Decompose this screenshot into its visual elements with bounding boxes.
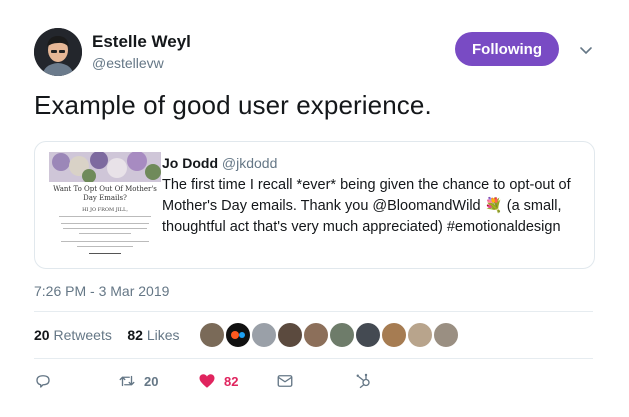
like-count: 82: [224, 373, 239, 389]
divider: [34, 311, 593, 312]
liker-avatar[interactable]: [277, 322, 303, 348]
like-button[interactable]: 82: [198, 372, 238, 390]
likes-label: Likes: [146, 327, 180, 343]
envelope-icon: [277, 375, 293, 387]
quoted-image-title: Want To Opt Out Of Mother's Day Emails?: [53, 185, 157, 202]
heart-icon: [199, 374, 215, 388]
reply-button[interactable]: [34, 372, 52, 390]
chevron-down-icon[interactable]: [578, 42, 594, 58]
likes-stat[interactable]: 82 Likes: [127, 327, 179, 343]
quoted-image-greeting: HI JO FROM JILL,: [82, 207, 128, 213]
retweet-count: 20: [144, 373, 159, 389]
quoted-author-name[interactable]: Jo Dodd: [162, 155, 218, 171]
retweets-count: 20: [34, 327, 50, 343]
liker-avatar[interactable]: [199, 322, 225, 348]
direct-message-button[interactable]: [276, 372, 294, 390]
sprocket-icon: [356, 373, 370, 389]
retweet-button[interactable]: 20: [118, 372, 158, 390]
divider: [34, 358, 593, 359]
hubspot-share-button[interactable]: [354, 372, 372, 390]
likes-count: 82: [127, 327, 143, 343]
retweet-icon: [119, 375, 135, 387]
liker-avatar[interactable]: [329, 322, 355, 348]
author-avatar[interactable]: [34, 28, 82, 76]
liker-avatar[interactable]: [381, 322, 407, 348]
tweet-timestamp[interactable]: 7:26 PM - 3 Mar 2019: [34, 283, 169, 299]
tweet-stats: 20 Retweets 82 Likes: [34, 327, 180, 343]
liker-avatar[interactable]: [303, 322, 329, 348]
liker-avatar[interactable]: [355, 322, 381, 348]
liker-avatar[interactable]: [433, 322, 459, 348]
quoted-tweet-card[interactable]: Want To Opt Out Of Mother's Day Emails? …: [34, 141, 595, 269]
retweets-label: Retweets: [53, 327, 112, 343]
reply-icon: [36, 375, 50, 388]
person-photo-icon: [34, 28, 82, 76]
liker-avatar[interactable]: [225, 322, 251, 348]
quoted-tweet-image[interactable]: Want To Opt Out Of Mother's Day Emails? …: [49, 152, 161, 258]
author-handle[interactable]: @estellevw: [92, 55, 164, 71]
flowers-photo: [49, 152, 161, 182]
author-name[interactable]: Estelle Weyl: [92, 32, 191, 52]
liker-avatar[interactable]: [251, 322, 277, 348]
tweet-text: Example of good user experience.: [34, 90, 432, 120]
retweets-stat[interactable]: 20 Retweets: [34, 327, 112, 343]
liker-avatar[interactable]: [407, 322, 433, 348]
quoted-tweet-text: The first time I recall *ever* being giv…: [162, 177, 571, 235]
quoted-author[interactable]: Jo Dodd @jkdodd: [162, 155, 277, 171]
quoted-author-handle[interactable]: @jkdodd: [222, 155, 277, 171]
following-button[interactable]: Following: [455, 32, 559, 66]
